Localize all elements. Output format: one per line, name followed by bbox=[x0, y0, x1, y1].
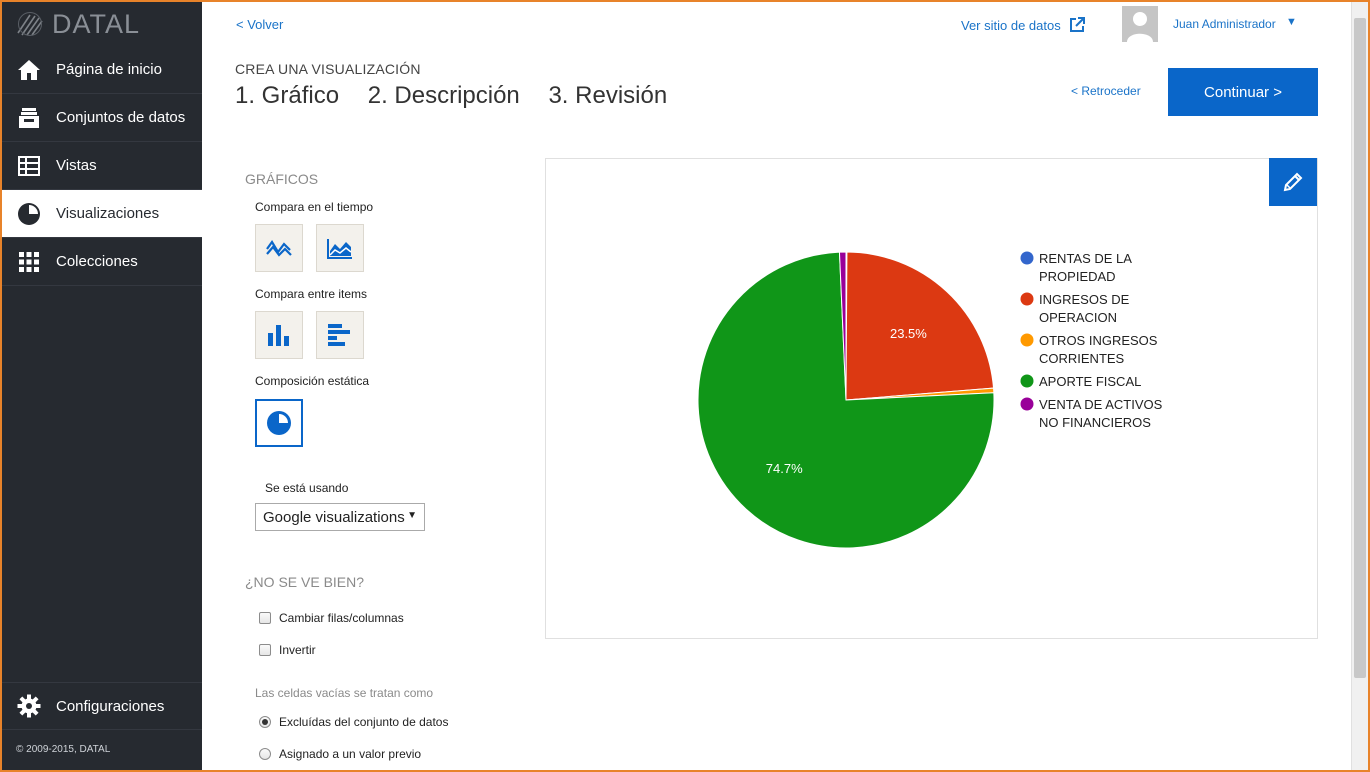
sidebar-item-home[interactable]: Página de inicio bbox=[2, 46, 202, 94]
group-label-composition: Composición estática bbox=[255, 374, 370, 388]
copyright: © 2009-2015, DATAL bbox=[16, 744, 111, 755]
sidebar-item-settings[interactable]: Configuraciones bbox=[2, 682, 202, 730]
grid-icon bbox=[16, 249, 42, 275]
pie-slice-label: 23.5% bbox=[890, 326, 927, 341]
pie-chart-icon bbox=[267, 411, 291, 435]
column-chart-button[interactable] bbox=[255, 311, 303, 359]
legend-label[interactable]: APORTE FISCAL bbox=[1039, 374, 1141, 389]
edit-chart-button[interactable] bbox=[1269, 158, 1317, 206]
legend-label[interactable]: PROPIEDAD bbox=[1039, 269, 1116, 284]
swap-checkbox[interactable] bbox=[259, 612, 271, 624]
empty-option-previous[interactable]: Asignado a un valor previo bbox=[259, 747, 421, 761]
legend-label[interactable]: VENTA DE ACTIVOS bbox=[1039, 397, 1163, 412]
previous-value-label: Asignado a un valor previo bbox=[279, 747, 422, 761]
legend-label[interactable]: INGRESOS DE bbox=[1039, 292, 1130, 307]
pie-chart: 23.5% 74.7% RENTAS DE LA PROPIEDAD INGRESOS … bbox=[697, 251, 1163, 549]
sidebar-item-label: Visualizaciones bbox=[56, 205, 160, 222]
sidebar-item-label: Colecciones bbox=[56, 253, 138, 270]
previous-step-link[interactable]: < Retroceder bbox=[1071, 84, 1141, 98]
scrollbar-thumb[interactable] bbox=[1354, 18, 1366, 678]
chevron-down-icon: ▼ bbox=[407, 510, 417, 521]
pencil-icon bbox=[1283, 172, 1303, 192]
legend-label[interactable]: CORRIENTES bbox=[1039, 351, 1125, 366]
view-site-label: Ver sitio de datos bbox=[961, 17, 1061, 33]
user-menu[interactable]: Juan Administrador bbox=[1173, 17, 1276, 31]
previous-value-radio[interactable] bbox=[259, 748, 271, 760]
library-select[interactable]: Google visualizations ▼ bbox=[255, 503, 425, 531]
logo[interactable]: DATAL bbox=[2, 2, 202, 46]
logo-icon bbox=[17, 12, 43, 36]
sidebar-item-visualizations[interactable]: Visualizaciones bbox=[2, 190, 202, 238]
sidebar-item-label: Página de inicio bbox=[56, 61, 162, 78]
library-label: Se está usando bbox=[265, 481, 349, 495]
sidebar-item-datasets[interactable]: Conjuntos de datos bbox=[2, 94, 202, 142]
invert-checkbox[interactable] bbox=[259, 644, 271, 656]
legend-label[interactable]: RENTAS DE LA bbox=[1039, 251, 1132, 266]
chevron-down-icon[interactable]: ▼ bbox=[1286, 16, 1297, 28]
step-chart[interactable]: 1. Gráfico bbox=[235, 82, 339, 109]
bar-chart-button[interactable] bbox=[316, 311, 364, 359]
legend-marker[interactable] bbox=[1020, 374, 1034, 388]
sidebar-item-collections[interactable]: Colecciones bbox=[2, 238, 202, 286]
inbox-icon bbox=[16, 105, 42, 131]
legend-marker[interactable] bbox=[1020, 333, 1034, 347]
sidebar-item-label: Vistas bbox=[56, 157, 97, 174]
scrollbar[interactable] bbox=[1351, 2, 1368, 770]
column-chart-icon bbox=[268, 325, 289, 346]
group-label-time: Compara en el tiempo bbox=[255, 200, 374, 214]
invert-option[interactable]: Invertir bbox=[259, 643, 316, 657]
sidebar-item-label: Configuraciones bbox=[56, 697, 165, 715]
swap-label: Cambiar filas/columnas bbox=[279, 611, 404, 625]
step-description[interactable]: 2. Descripción bbox=[368, 82, 520, 109]
wizard-steps: 1. Gráfico 2. Descripción 3. Revisión bbox=[235, 82, 689, 110]
legend-label[interactable]: OPERACION bbox=[1039, 310, 1117, 325]
table-icon bbox=[16, 153, 42, 179]
avatar[interactable] bbox=[1122, 6, 1158, 42]
area-chart-button[interactable] bbox=[316, 224, 364, 272]
logo-text: DATAL bbox=[52, 8, 141, 39]
step-review[interactable]: 3. Revisión bbox=[548, 82, 667, 109]
line-chart-button[interactable] bbox=[255, 224, 303, 272]
gear-icon bbox=[16, 693, 42, 719]
pie-chart-button[interactable] bbox=[255, 399, 303, 447]
legend-marker[interactable] bbox=[1020, 251, 1034, 265]
invert-label: Invertir bbox=[279, 643, 316, 657]
sidebar: DATAL Página de inicio Conjuntos de dato… bbox=[2, 2, 202, 770]
line-chart-icon bbox=[266, 239, 292, 257]
exclude-radio[interactable] bbox=[259, 716, 271, 728]
swap-rows-columns-option[interactable]: Cambiar filas/columnas bbox=[259, 611, 404, 625]
wizard-subtitle: CREA UNA VISUALIZACIÓN bbox=[235, 61, 421, 77]
back-link[interactable]: < Volver bbox=[236, 17, 283, 32]
sidebar-item-label: Conjuntos de datos bbox=[56, 109, 186, 126]
pie-slice-label: 74.7% bbox=[766, 461, 803, 476]
continue-button[interactable]: Continuar > bbox=[1168, 68, 1318, 116]
pie-chart-icon bbox=[16, 201, 42, 227]
legend-marker[interactable] bbox=[1020, 292, 1034, 306]
area-chart-icon bbox=[327, 239, 352, 259]
library-selected-value: Google visualizations bbox=[263, 508, 405, 526]
empty-option-exclude[interactable]: Excluídas del conjunto de datos bbox=[259, 715, 448, 729]
legend-label[interactable]: OTROS INGRESOS bbox=[1039, 333, 1158, 348]
user-icon bbox=[1127, 12, 1153, 42]
home-icon bbox=[16, 57, 42, 83]
legend-label[interactable]: NO FINANCIEROS bbox=[1039, 415, 1151, 430]
exclude-label: Excluídas del conjunto de datos bbox=[279, 715, 449, 729]
charts-section-title: GRÁFICOS bbox=[245, 171, 319, 187]
group-label-items: Compara entre items bbox=[255, 287, 368, 301]
sidebar-bottom: Configuraciones bbox=[2, 682, 202, 730]
troubleshoot-title: ¿NO SE VE BIEN? bbox=[245, 574, 365, 590]
legend-marker[interactable] bbox=[1020, 397, 1034, 411]
bar-chart-icon bbox=[328, 324, 350, 346]
external-link-icon bbox=[1069, 17, 1085, 32]
view-site-link[interactable]: Ver sitio de datos bbox=[961, 17, 1085, 33]
empty-cells-label: Las celdas vacías se tratan como bbox=[255, 686, 434, 700]
sidebar-item-views[interactable]: Vistas bbox=[2, 142, 202, 190]
